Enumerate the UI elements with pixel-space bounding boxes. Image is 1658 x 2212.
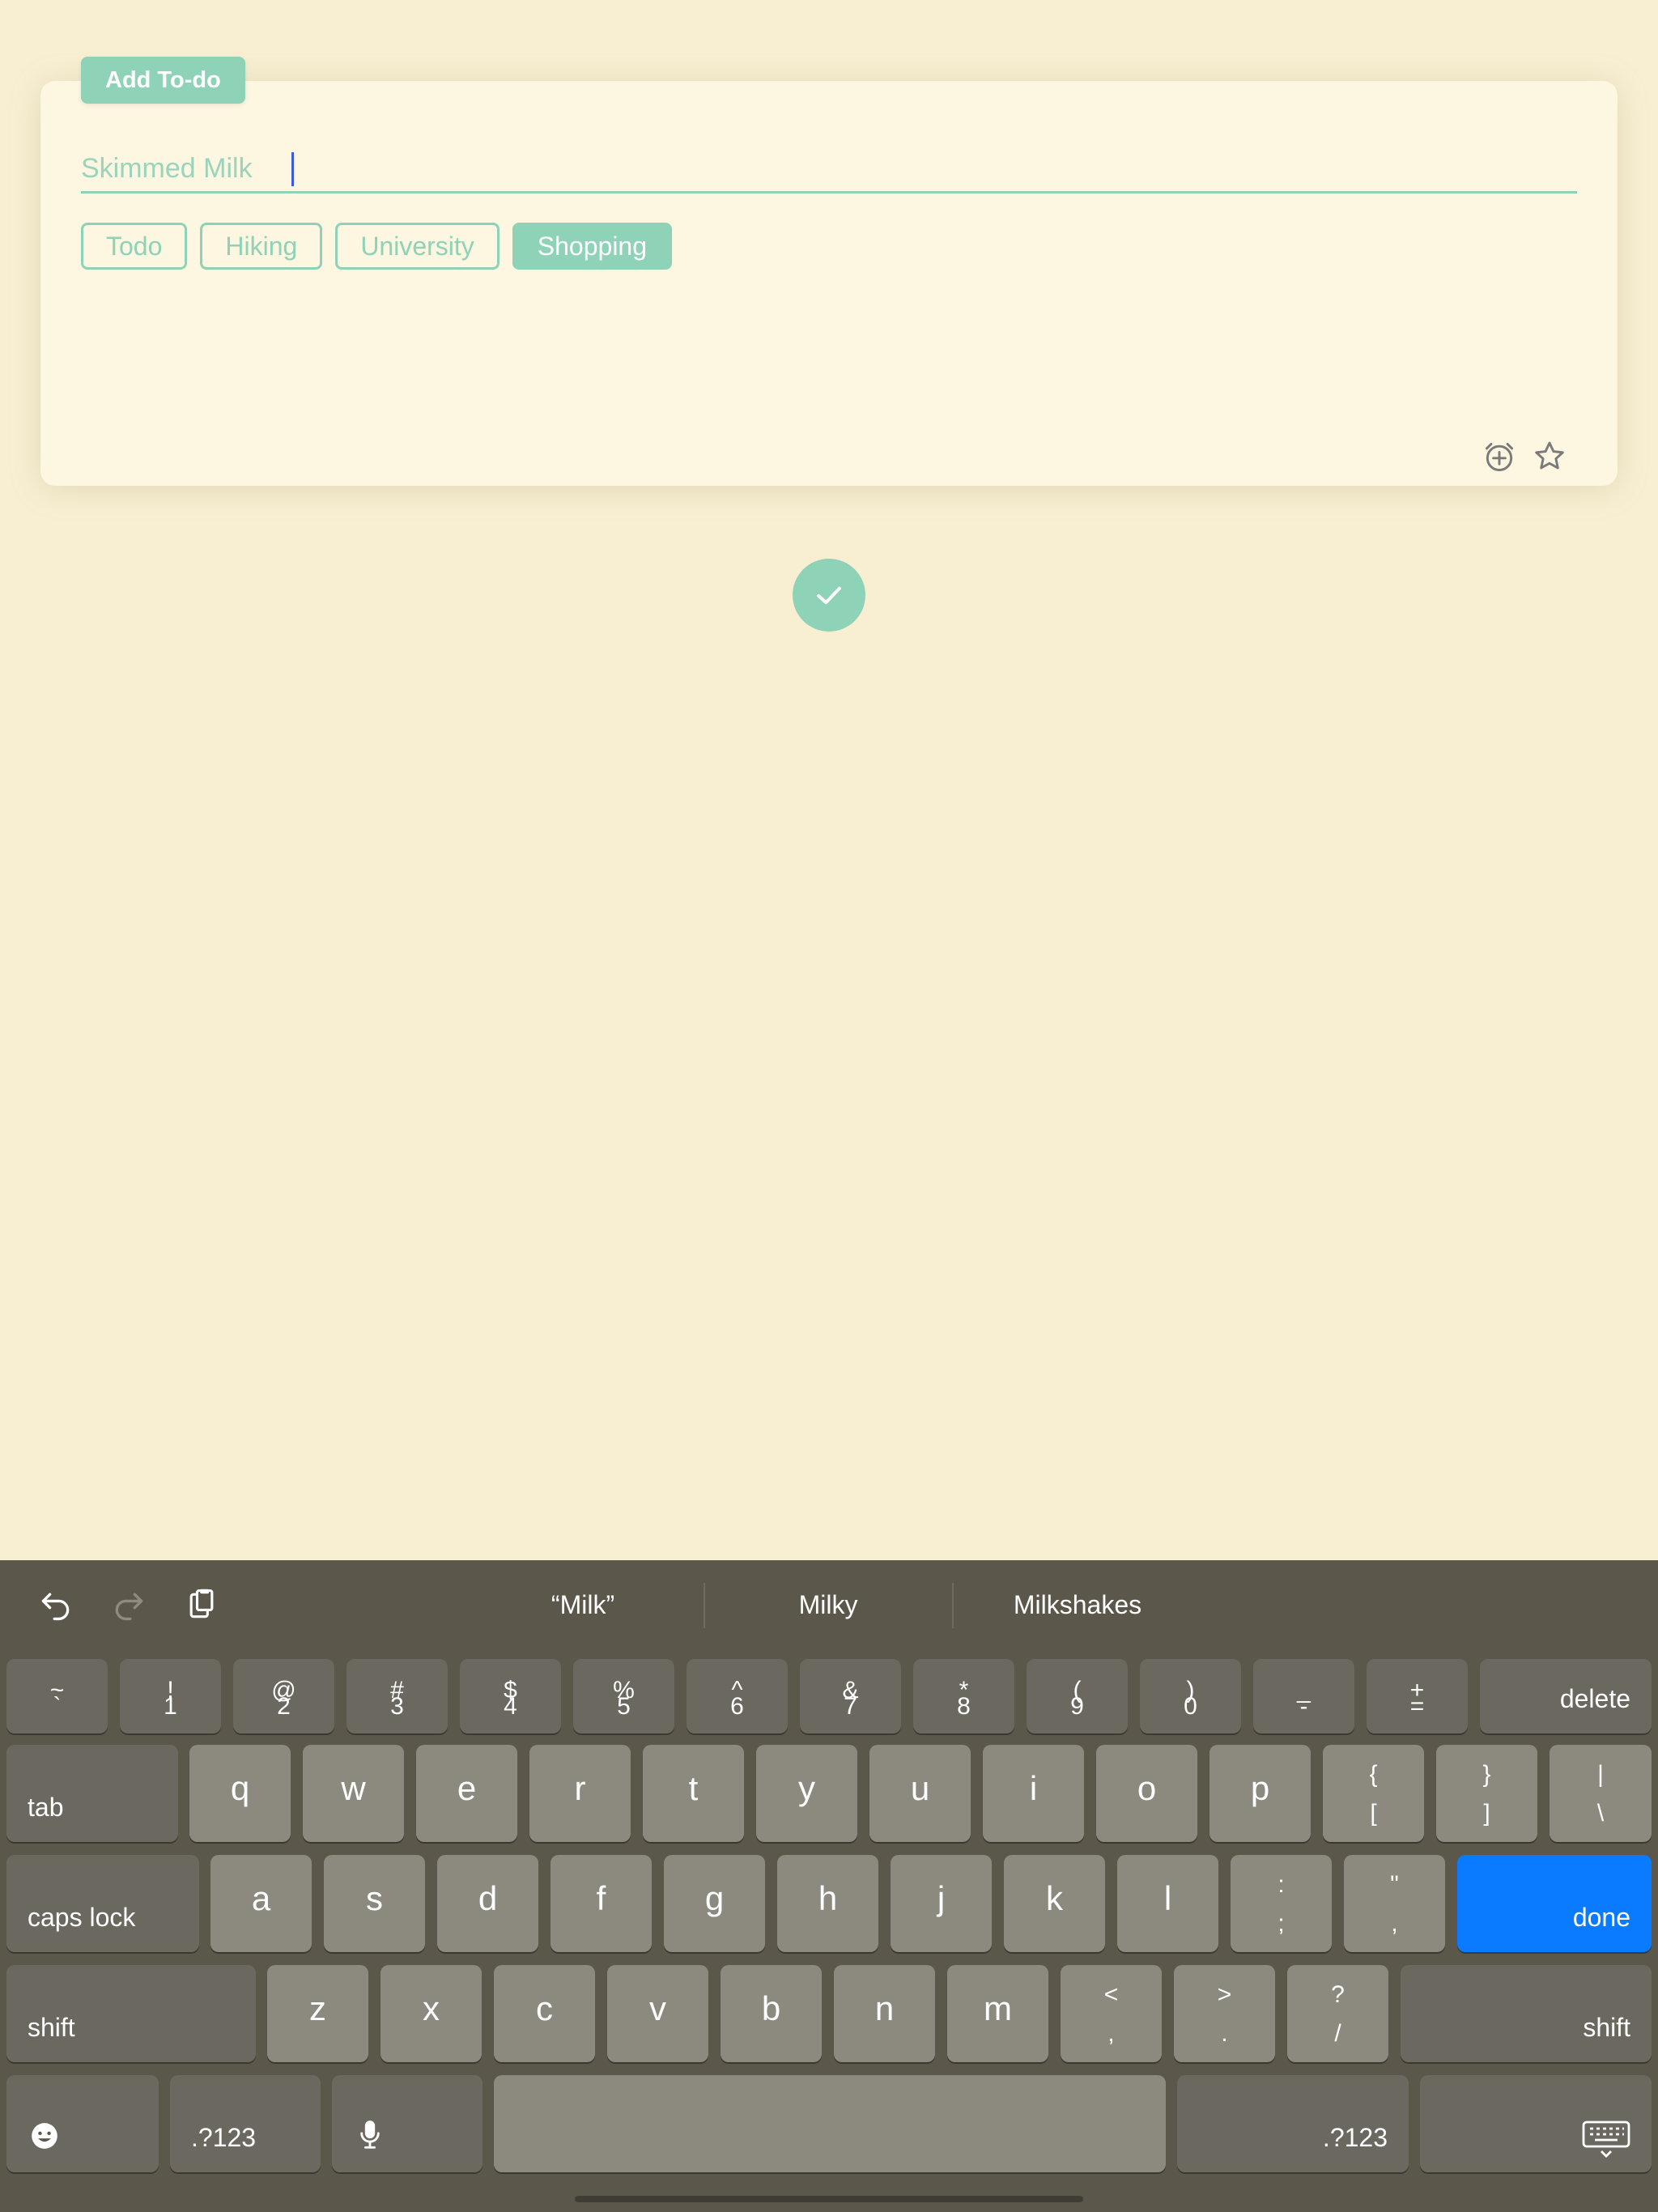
key-n[interactable]: n: [834, 1965, 935, 2062]
home-indicator[interactable]: [575, 2196, 1083, 2202]
key-m[interactable]: m: [947, 1965, 1048, 2062]
keyboard-toolbar: “Milk” Milky Milkshakes: [0, 1560, 1658, 1649]
key-b[interactable]: b: [721, 1965, 822, 2062]
chip-university[interactable]: University: [335, 223, 500, 270]
key-f[interactable]: f: [551, 1855, 652, 1952]
text-caret: [291, 152, 294, 186]
delete-key[interactable]: delete: [1480, 1659, 1652, 1733]
key-6[interactable]: ^ 6: [687, 1659, 788, 1733]
add-todo-card: Todo Hiking University Shopping: [40, 81, 1618, 486]
space-key[interactable]: [494, 2075, 1166, 2172]
key-k[interactable]: k: [1004, 1855, 1105, 1952]
suggestion-1[interactable]: “Milk”: [461, 1560, 704, 1649]
todo-input[interactable]: [81, 146, 1577, 191]
undo-icon[interactable]: [36, 1585, 76, 1625]
key-slash[interactable]: ? /: [1287, 1965, 1388, 2062]
key-w[interactable]: w: [303, 1745, 404, 1842]
key-s[interactable]: s: [324, 1855, 425, 1952]
key-0[interactable]: ) 0: [1140, 1659, 1241, 1733]
key-5[interactable]: % 5: [573, 1659, 674, 1733]
key-7[interactable]: & 7: [800, 1659, 901, 1733]
key-d[interactable]: d: [437, 1855, 538, 1952]
key-j[interactable]: j: [891, 1855, 992, 1952]
dictation-key[interactable]: [332, 2075, 483, 2172]
tab-key[interactable]: tab: [6, 1745, 178, 1842]
paste-icon[interactable]: [181, 1585, 222, 1625]
key-c[interactable]: c: [494, 1965, 595, 2062]
done-key[interactable]: done: [1457, 1855, 1652, 1952]
key-4[interactable]: $4: [460, 1659, 561, 1733]
key-x[interactable]: x: [380, 1965, 482, 2062]
key-semicolon[interactable]: :;: [1231, 1855, 1332, 1952]
alarm-add-icon[interactable]: [1480, 437, 1519, 476]
card-actions: [1480, 437, 1569, 476]
key-equals[interactable]: + =: [1367, 1659, 1468, 1733]
key-quote[interactable]: ",: [1344, 1855, 1445, 1952]
chip-shopping[interactable]: Shopping: [512, 223, 673, 270]
numbers-key-right[interactable]: .?123: [1177, 2075, 1409, 2172]
key-minus[interactable]: _ -: [1253, 1659, 1354, 1733]
key-2[interactable]: @2: [233, 1659, 334, 1733]
emoji-icon: [32, 2123, 57, 2149]
keyboard-dismiss-icon: [1582, 2121, 1630, 2158]
key-backslash[interactable]: | \: [1550, 1745, 1652, 1842]
key-left-bracket[interactable]: {[: [1323, 1745, 1424, 1842]
shift-key-right[interactable]: shift: [1401, 1965, 1652, 2062]
chip-todo[interactable]: Todo: [81, 223, 188, 270]
shift-key-left[interactable]: shift: [6, 1965, 256, 2062]
key-z[interactable]: z: [267, 1965, 368, 2062]
key-u[interactable]: u: [869, 1745, 971, 1842]
on-screen-keyboard: “Milk” Milky Milkshakes ~ ` ! 1 @2 #3 $4 %…: [0, 1560, 1658, 2212]
key-backtick[interactable]: ~ `: [6, 1659, 108, 1733]
key-comma[interactable]: <,: [1061, 1965, 1162, 2062]
key-p[interactable]: p: [1209, 1745, 1311, 1842]
key-t[interactable]: t: [643, 1745, 744, 1842]
key-l[interactable]: l: [1117, 1855, 1218, 1952]
emoji-key[interactable]: [6, 2075, 159, 2172]
key-1[interactable]: ! 1: [120, 1659, 221, 1733]
key-right-bracket[interactable]: }]: [1436, 1745, 1537, 1842]
microphone-icon: [360, 2121, 380, 2149]
redo-icon[interactable]: [108, 1585, 149, 1625]
key-y[interactable]: y: [756, 1745, 857, 1842]
add-todo-tag: Add To-do: [81, 57, 245, 104]
category-chips: Todo Hiking University Shopping: [81, 223, 673, 270]
star-icon[interactable]: [1530, 437, 1569, 476]
key-3[interactable]: #3: [346, 1659, 448, 1733]
key-o[interactable]: o: [1096, 1745, 1197, 1842]
dismiss-keyboard-key[interactable]: [1420, 2075, 1652, 2172]
key-g[interactable]: g: [664, 1855, 765, 1952]
chip-hiking[interactable]: Hiking: [200, 223, 323, 270]
suggestion-3[interactable]: Milkshakes: [952, 1560, 1203, 1649]
todo-input-underline: [81, 146, 1577, 194]
key-q[interactable]: q: [189, 1745, 291, 1842]
key-a[interactable]: a: [210, 1855, 312, 1952]
key-h[interactable]: h: [777, 1855, 878, 1952]
suggestion-2[interactable]: Milky: [704, 1560, 952, 1649]
checkmark-icon: [817, 586, 841, 605]
confirm-button[interactable]: [793, 559, 865, 632]
key-8[interactable]: * 8: [913, 1659, 1014, 1733]
numbers-key-left[interactable]: .?123: [170, 2075, 321, 2172]
caps-lock-key[interactable]: caps lock: [6, 1855, 199, 1952]
key-period[interactable]: >.: [1174, 1965, 1275, 2062]
key-v[interactable]: v: [607, 1965, 708, 2062]
key-r[interactable]: r: [529, 1745, 631, 1842]
key-e[interactable]: e: [416, 1745, 517, 1842]
key-9[interactable]: (9: [1027, 1659, 1128, 1733]
key-i[interactable]: i: [983, 1745, 1084, 1842]
